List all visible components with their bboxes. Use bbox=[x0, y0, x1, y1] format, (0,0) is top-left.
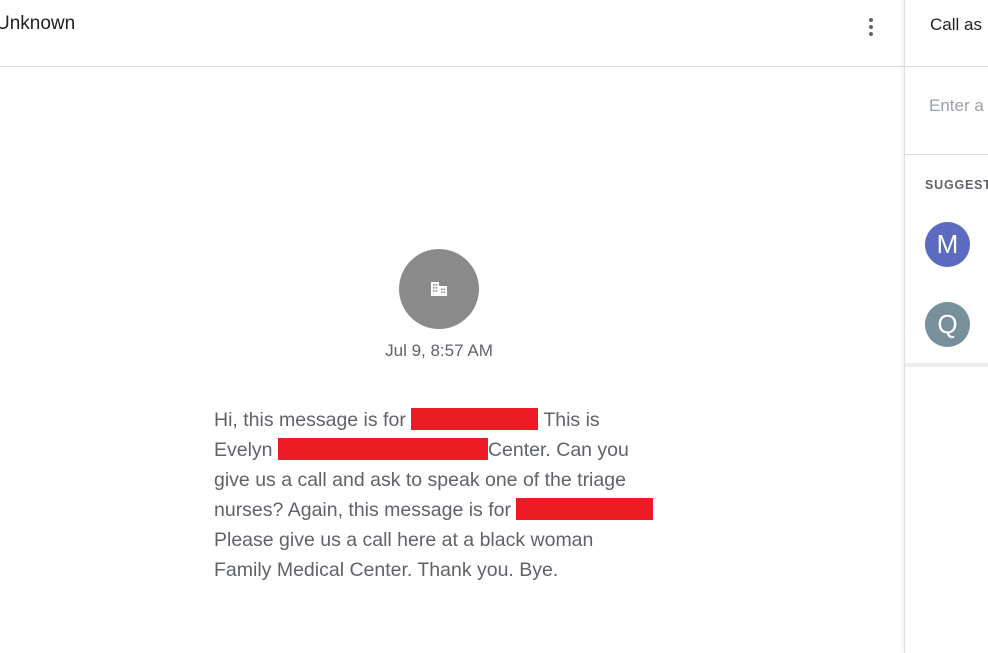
transcript-text: Family Medical Center. Thank you. Bye. bbox=[214, 559, 559, 581]
more-vert-icon[interactable] bbox=[858, 12, 884, 42]
transcript-text: This is bbox=[543, 409, 600, 431]
number-search-input[interactable] bbox=[929, 96, 988, 116]
call-as-title: Call as bbox=[930, 15, 982, 34]
more-dot bbox=[869, 18, 873, 22]
suggestions-label: SUGGEST bbox=[925, 178, 988, 192]
voicemail-transcript: Hi, this message is for This is Evelyn C… bbox=[214, 405, 684, 585]
transcript-line: Hi, this message is for This is bbox=[214, 405, 684, 435]
voicemail-timestamp: Jul 9, 8:57 AM bbox=[385, 341, 493, 360]
voicemail-header: Unknown bbox=[0, 0, 904, 67]
more-dot bbox=[869, 25, 873, 29]
call-as-panel: Call as SUGGEST M Q bbox=[904, 0, 988, 653]
transcript-line: Please give us a call here at a black wo… bbox=[214, 525, 684, 555]
business-icon bbox=[431, 282, 447, 296]
redaction-bar bbox=[516, 498, 654, 520]
contact-avatar-q[interactable]: Q bbox=[925, 302, 970, 347]
divider bbox=[905, 154, 988, 155]
business-avatar bbox=[399, 249, 479, 329]
transcript-line: Evelyn Center. Can you bbox=[214, 435, 684, 465]
transcript-line: Family Medical Center. Thank you. Bye. bbox=[214, 555, 684, 585]
transcript-text: Hi, this message is for bbox=[214, 409, 406, 431]
more-dot bbox=[869, 32, 873, 36]
transcript-text: Please give us a call here at a black wo… bbox=[214, 529, 594, 551]
transcript-line: give us a call and ask to speak one of t… bbox=[214, 465, 684, 495]
transcript-text: nurses? Again, this message is for bbox=[214, 499, 511, 521]
contact-name: Unknown bbox=[0, 13, 76, 34]
redaction-bar bbox=[411, 408, 539, 430]
transcript-text: Center. Can you bbox=[487, 439, 629, 461]
transcript-text: give us a call and ask to speak one of t… bbox=[214, 469, 626, 491]
voicemail-detail-pane: Unknown Jul 9, 8:57 AM Hi, this message … bbox=[0, 0, 904, 653]
transcript-line: nurses? Again, this message is for bbox=[214, 495, 684, 525]
call-as-header: Call as bbox=[905, 0, 988, 67]
redaction-bar bbox=[277, 438, 488, 460]
transcript-text: Evelyn bbox=[214, 439, 273, 461]
contact-avatar-m[interactable]: M bbox=[925, 222, 970, 267]
divider bbox=[905, 363, 988, 367]
